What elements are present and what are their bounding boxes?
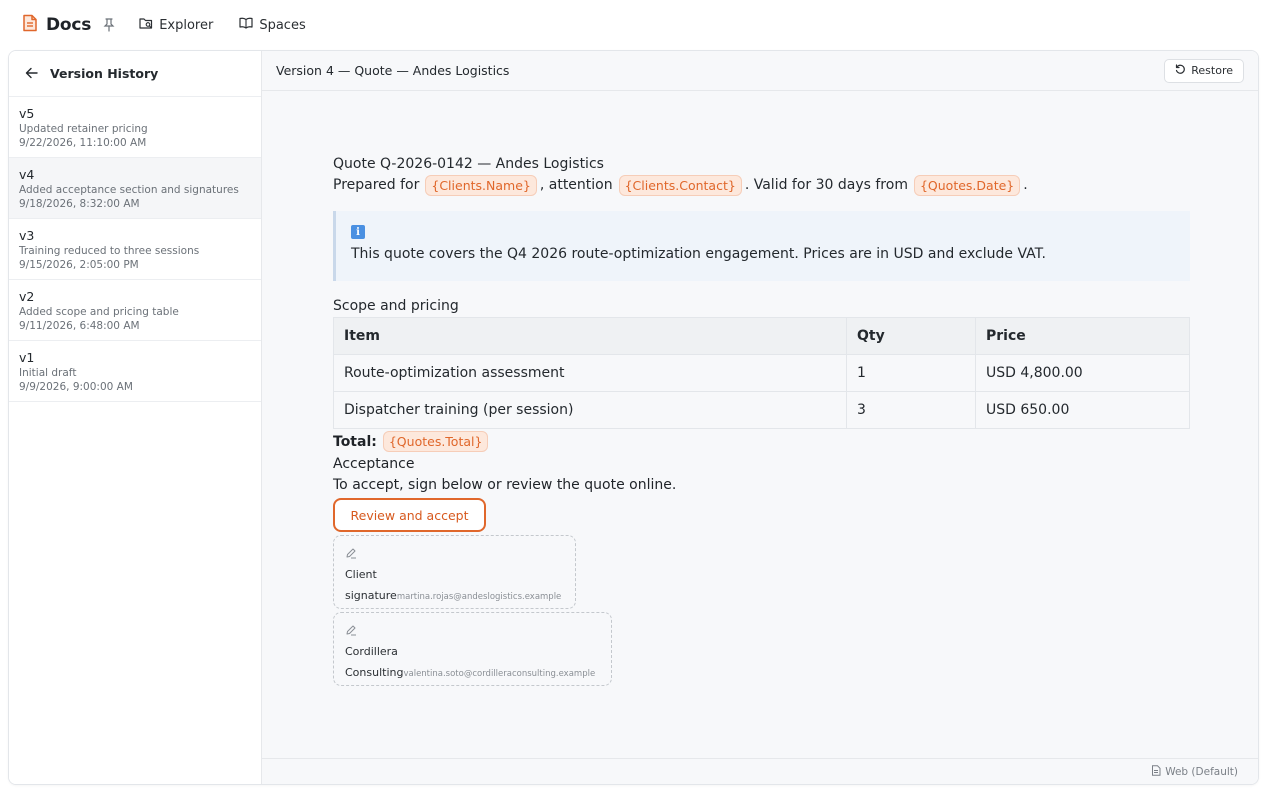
cell-item: Dispatcher training (per session)	[333, 391, 847, 429]
info-icon: i	[351, 225, 365, 239]
version-description: Initial draft	[19, 367, 77, 379]
app-title: Docs	[46, 15, 92, 35]
version-item-v5[interactable]: v5 Updated retainer pricing 9/22/2026, 1…	[9, 97, 261, 158]
signature-row: signature martina.rojas@andeslogistics.e…	[345, 589, 564, 602]
version-date: 9/9/2026, 9:00:00 AM	[19, 381, 133, 393]
nav-explorer[interactable]: Explorer	[139, 17, 213, 34]
nav-explorer-label: Explorer	[159, 17, 214, 33]
version-description: Added acceptance section and signatures	[19, 184, 239, 196]
back-arrow-icon[interactable]	[25, 64, 38, 83]
version-history-window: Version History v5 Updated retainer pric…	[8, 50, 1259, 785]
version-description: Updated retainer pricing	[19, 123, 148, 135]
sidebar-title: Version History	[50, 66, 159, 81]
version-description: Added scope and pricing table	[19, 306, 179, 318]
table-row: Route-optimization assessment 1 USD 4,80…	[333, 354, 1190, 392]
version-date: 9/22/2026, 11:10:00 AM	[19, 137, 147, 149]
restore-label: Restore	[1191, 64, 1233, 77]
version-name: v3	[19, 228, 35, 243]
acceptance-text: To accept, sign below or review the quot…	[333, 477, 677, 493]
restore-icon	[1175, 63, 1186, 78]
pen-icon	[345, 621, 357, 640]
column-header-price: Price	[975, 317, 1190, 355]
signature-field-consulting[interactable]: Cordillera Consulting valentina.soto@cor…	[333, 612, 612, 686]
pen-icon	[345, 544, 357, 563]
prepared-line: Prepared for {Clients.Name} , attention …	[333, 174, 1190, 196]
version-sidebar: Version History v5 Updated retainer pric…	[9, 51, 262, 784]
signature-label: Client	[345, 568, 377, 581]
signature-label-2: signature	[345, 589, 397, 602]
variable-chip-quote-date[interactable]: {Quotes.Date}	[913, 174, 1021, 196]
variable-chip-client-contact[interactable]: {Clients.Contact}	[618, 174, 742, 196]
signature-field-client[interactable]: Client signature martina.rojas@andeslogi…	[333, 535, 576, 609]
version-name: v2	[19, 289, 35, 304]
folder-search-icon	[139, 17, 153, 34]
valid-text: . Valid for 30 days from	[744, 177, 908, 193]
review-and-accept-button[interactable]: Review and accept	[333, 498, 486, 532]
table-row: Dispatcher training (per session) 3 USD …	[333, 391, 1190, 429]
document-icon	[22, 14, 38, 36]
version-item-v2[interactable]: v2 Added scope and pricing table 9/11/20…	[9, 280, 261, 341]
version-item-v4[interactable]: v4 Added acceptance section and signatur…	[9, 158, 261, 219]
cell-item: Route-optimization assessment	[333, 354, 847, 392]
restore-button[interactable]: Restore	[1164, 58, 1244, 83]
version-preview: Version 4 — Quote — Andes Logistics Rest…	[262, 51, 1258, 784]
attention-text: , attention	[539, 177, 613, 193]
cell-qty: 1	[846, 354, 976, 392]
preview-title: Version 4 — Quote — Andes Logistics	[276, 63, 510, 78]
version-date: 9/11/2026, 6:48:00 AM	[19, 320, 140, 332]
period-text: .	[1023, 177, 1028, 193]
document-body: Quote Q-2026-0142 — Andes Logistics Prep…	[333, 154, 1190, 686]
cell-price: USD 4,800.00	[975, 354, 1190, 392]
pin-icon[interactable]	[103, 18, 115, 32]
version-name: v4	[19, 167, 35, 182]
version-item-v1[interactable]: v1 Initial draft 9/9/2026, 9:00:00 AM	[9, 341, 261, 402]
brand[interactable]: Docs	[22, 14, 91, 36]
nav-spaces[interactable]: Spaces	[239, 17, 306, 33]
preview-header: Version 4 — Quote — Andes Logistics Rest…	[262, 51, 1258, 91]
total-label: Total:	[333, 433, 377, 450]
info-callout: i This quote covers the Q4 2026 route-op…	[333, 211, 1190, 281]
version-description: Training reduced to three sessions	[19, 245, 200, 257]
version-name: v5	[19, 106, 35, 121]
signature-label: Cordillera	[345, 645, 398, 658]
variable-chip-client-name[interactable]: {Clients.Name}	[425, 174, 537, 196]
signature-label-2: Consulting	[345, 666, 404, 679]
table-header-row: Item Qty Price	[333, 317, 1190, 355]
page-icon	[1151, 764, 1161, 779]
signature-email: valentina.soto@cordilleraconsulting.exam…	[403, 669, 596, 679]
version-name: v1	[19, 350, 35, 365]
book-open-icon	[239, 17, 253, 33]
cell-qty: 3	[846, 391, 976, 429]
document-heading: Quote Q-2026-0142 — Andes Logistics	[333, 156, 604, 172]
scope-label: Scope and pricing	[333, 298, 459, 314]
preview-footer: Web (Default)	[262, 758, 1258, 784]
variable-chip-quote-total[interactable]: {Quotes.Total}	[382, 431, 489, 452]
nav-spaces-label: Spaces	[259, 17, 306, 33]
prepared-prefix: Prepared for	[333, 177, 420, 193]
column-header-item: Item	[333, 317, 847, 355]
cell-price: USD 650.00	[975, 391, 1190, 429]
callout-text: This quote covers the Q4 2026 route-opti…	[351, 246, 1046, 262]
version-item-v3[interactable]: v3 Training reduced to three sessions 9/…	[9, 219, 261, 280]
total-line: Total: {Quotes.Total}	[333, 431, 1190, 452]
acceptance-heading: Acceptance	[333, 456, 415, 472]
column-header-qty: Qty	[846, 317, 976, 355]
signature-email: martina.rojas@andeslogistics.example	[396, 592, 562, 602]
version-date: 9/15/2026, 2:05:00 PM	[19, 259, 139, 271]
top-bar: Docs Explorer Spaces	[0, 0, 1267, 50]
version-date: 9/18/2026, 8:32:00 AM	[19, 198, 140, 210]
render-mode-label[interactable]: Web (Default)	[1165, 766, 1238, 778]
signature-row: Consulting valentina.soto@cordilleracons…	[345, 666, 600, 679]
sidebar-header: Version History	[9, 51, 261, 97]
pricing-table: Item Qty Price Route-optimization assess…	[333, 317, 1190, 429]
